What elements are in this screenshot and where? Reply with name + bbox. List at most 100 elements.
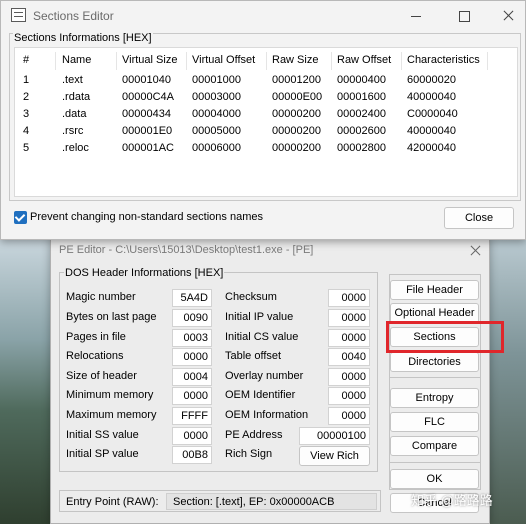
ok-button[interactable]: OK — [390, 469, 479, 489]
cell-name: .reloc — [62, 142, 89, 154]
maximum-memory-field[interactable]: FFFF — [172, 407, 212, 425]
compare-button[interactable]: Compare — [390, 436, 479, 456]
cell-virtual-size: 00000434 — [122, 108, 171, 120]
dos-header-group-label: DOS Header Informations [HEX] — [64, 267, 225, 279]
initial-sp-field[interactable]: 00B8 — [172, 446, 212, 464]
cell-raw-size: 00000200 — [272, 125, 321, 137]
table-header: # Name Virtual Size Virtual Offset Raw S… — [15, 52, 517, 70]
cell-raw-offset: 00002800 — [337, 142, 386, 154]
sections-editor-title: Sections Editor — [33, 9, 114, 23]
cell-virtual-offset: 00003000 — [192, 91, 241, 103]
field-label-pages-in-file: Pages in file — [66, 331, 126, 343]
view-rich-button[interactable]: View Rich — [299, 446, 370, 466]
cell-index: 3 — [23, 108, 30, 120]
oem-information-field[interactable]: 0000 — [328, 407, 370, 425]
pe-address-field[interactable]: 00000100 — [299, 427, 370, 445]
field-label-table-offset: Table offset — [225, 350, 282, 362]
overlay-number-field[interactable]: 0000 — [328, 368, 370, 386]
table-row[interactable]: 1 .text 00001040 00001000 00001200 00000… — [15, 72, 517, 89]
cell-name: .rsrc — [62, 125, 84, 137]
cell-characteristics: 42000040 — [407, 142, 456, 154]
entry-point-field[interactable]: Section: [.text], EP: 0x00000ACB — [166, 493, 377, 510]
checksum-field[interactable]: 0000 — [328, 289, 370, 307]
prevent-rename-checkbox[interactable] — [14, 211, 27, 224]
table-row[interactable]: 2 .rdata 00000C4A 00003000 00000E00 0000… — [15, 89, 517, 106]
pe-editor-window: PE Editor - C:\Users\15013\Desktop\test1… — [50, 236, 504, 524]
col-header-raw-offset[interactable]: Raw Offset — [337, 54, 391, 66]
cell-characteristics: 40000040 — [407, 91, 456, 103]
minimize-icon[interactable] — [401, 5, 431, 27]
cell-virtual-offset: 00001000 — [192, 74, 241, 86]
prevent-rename-label[interactable]: Prevent changing non-standard sections n… — [30, 211, 263, 223]
initial-ip-field[interactable]: 0000 — [328, 309, 370, 327]
field-label-bytes-on-last-page: Bytes on last page — [66, 311, 157, 323]
sections-highlight-box — [386, 321, 504, 353]
field-label-initial-ip: Initial IP value — [225, 311, 294, 323]
cell-virtual-size: 000001E0 — [122, 125, 173, 137]
field-label-relocations: Relocations — [66, 350, 124, 362]
desktop-background-left — [0, 240, 55, 524]
oem-identifier-field[interactable]: 0000 — [328, 387, 370, 405]
cell-raw-size: 00001200 — [272, 74, 321, 86]
cell-virtual-size: 000001AC — [122, 142, 174, 154]
directories-button[interactable]: Directories — [390, 352, 479, 372]
cell-raw-offset: 00001600 — [337, 91, 386, 103]
entry-point-label: Entry Point (RAW): — [66, 496, 159, 508]
cell-characteristics: C0000040 — [407, 108, 458, 120]
optional-header-button[interactable]: Optional Header — [390, 303, 479, 323]
col-header-index[interactable]: # — [23, 54, 29, 66]
window-app-icon — [11, 8, 26, 22]
col-header-raw-size[interactable]: Raw Size — [272, 54, 318, 66]
file-header-button[interactable]: File Header — [390, 280, 479, 300]
table-row[interactable]: 3 .data 00000434 00004000 00000200 00002… — [15, 106, 517, 123]
field-label-initial-sp: Initial SP value — [66, 448, 139, 460]
group-divider — [389, 462, 481, 463]
cell-virtual-size: 00001040 — [122, 74, 171, 86]
sections-editor-titlebar[interactable]: Sections Editor — [1, 1, 525, 31]
cell-virtual-size: 00000C4A — [122, 91, 174, 103]
close-icon[interactable] — [468, 243, 484, 259]
table-offset-field[interactable]: 0040 — [328, 348, 370, 366]
cell-raw-offset: 00000400 — [337, 74, 386, 86]
close-icon[interactable] — [493, 5, 523, 27]
table-row[interactable]: 4 .rsrc 000001E0 00005000 00000200 00002… — [15, 123, 517, 140]
sections-editor-window: Sections Editor Sections Informations [H… — [0, 0, 526, 240]
magic-number-field[interactable]: 5A4D — [172, 289, 212, 307]
cell-name: .rdata — [62, 91, 91, 103]
cell-index: 4 — [23, 125, 30, 137]
entropy-button[interactable]: Entropy — [390, 388, 479, 408]
flc-button[interactable]: FLC — [390, 412, 479, 432]
col-header-name[interactable]: Name — [62, 54, 91, 66]
size-of-header-field[interactable]: 0004 — [172, 368, 212, 386]
initial-cs-field[interactable]: 0000 — [328, 329, 370, 347]
cell-raw-offset: 00002600 — [337, 125, 386, 137]
cell-raw-offset: 00002400 — [337, 108, 386, 120]
cell-raw-size: 00000E00 — [272, 91, 323, 103]
cell-virtual-offset: 00006000 — [192, 142, 241, 154]
sections-table[interactable]: # Name Virtual Size Virtual Offset Raw S… — [14, 47, 518, 197]
field-label-rich-sign: Rich Sign — [225, 448, 273, 460]
field-label-size-of-header: Size of header — [66, 370, 137, 382]
cell-virtual-offset: 00004000 — [192, 108, 241, 120]
table-row[interactable]: 5 .reloc 000001AC 00006000 00000200 0000… — [15, 140, 517, 157]
field-label-initial-ss: Initial SS value — [66, 429, 139, 441]
cell-characteristics: 40000040 — [407, 125, 456, 137]
group-divider — [389, 377, 481, 378]
close-button[interactable]: Close — [444, 207, 514, 229]
relocations-field[interactable]: 0000 — [172, 348, 212, 366]
initial-ss-field[interactable]: 0000 — [172, 427, 212, 445]
minimum-memory-field[interactable]: 0000 — [172, 387, 212, 405]
field-label-checksum: Checksum — [225, 291, 277, 303]
col-header-virtual-size[interactable]: Virtual Size — [122, 54, 177, 66]
cell-name: .text — [62, 74, 83, 86]
maximize-icon[interactable] — [449, 5, 479, 27]
bytes-on-last-page-field[interactable]: 0090 — [172, 309, 212, 327]
field-label-minimum-memory: Minimum memory — [66, 389, 154, 401]
pages-in-file-field[interactable]: 0003 — [172, 329, 212, 347]
desktop-background-right — [490, 240, 526, 524]
field-label-initial-cs: Initial CS value — [225, 331, 299, 343]
cell-raw-size: 00000200 — [272, 142, 321, 154]
col-header-virtual-offset[interactable]: Virtual Offset — [192, 54, 255, 66]
cell-virtual-offset: 00005000 — [192, 125, 241, 137]
col-header-characteristics[interactable]: Characteristics — [407, 54, 480, 66]
